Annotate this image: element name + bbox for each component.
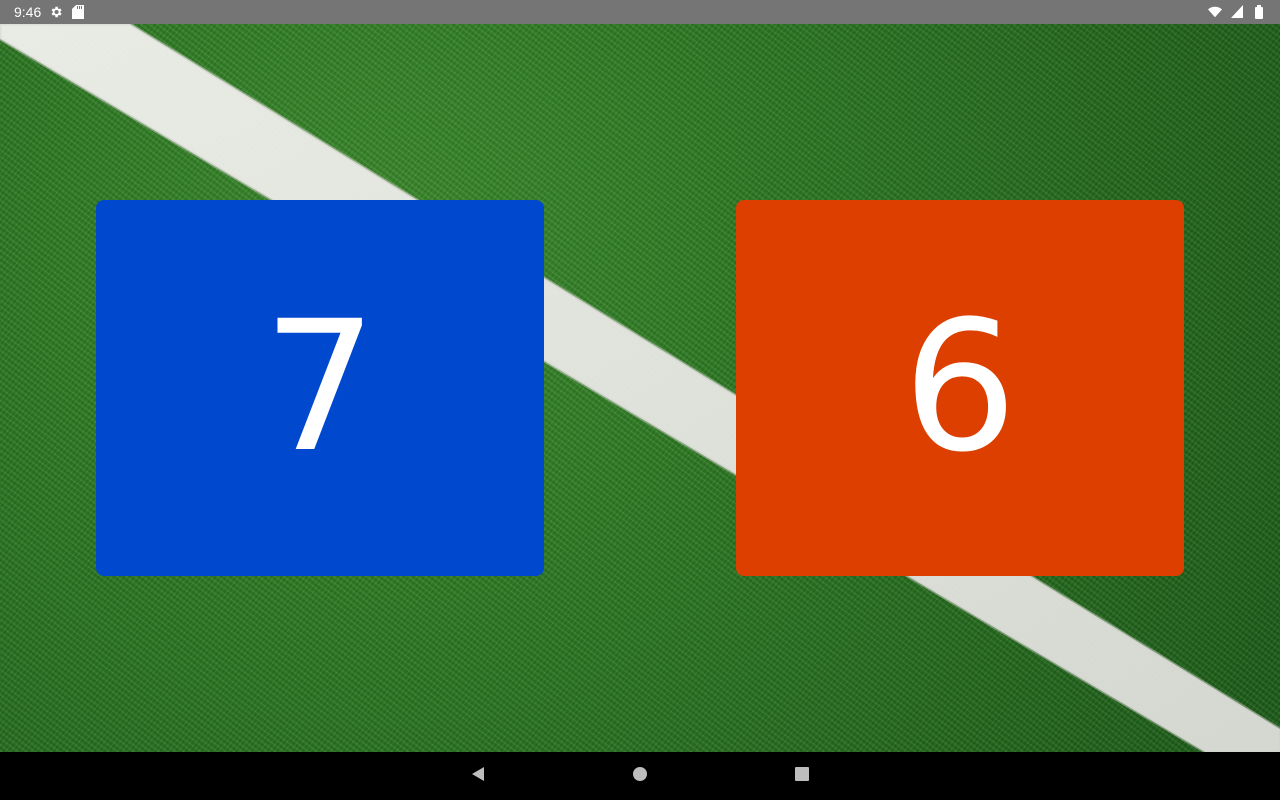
status-bar: 9:46 [0, 0, 1280, 24]
left-score-card[interactable]: 7 [96, 200, 544, 576]
home-icon [632, 766, 648, 786]
signal-icon [1230, 5, 1244, 19]
wifi-icon [1208, 5, 1222, 19]
clock-text: 9:46 [14, 4, 42, 20]
right-score-card[interactable]: 6 [736, 200, 1184, 576]
right-score-value: 6 [902, 283, 1018, 492]
status-left: 9:46 [14, 4, 85, 20]
recents-icon [794, 766, 810, 786]
grass-field-background: 7 6 [0, 24, 1280, 752]
battery-icon [1252, 5, 1266, 19]
navigation-bar [0, 752, 1280, 800]
back-icon [470, 766, 486, 786]
home-button[interactable] [630, 766, 650, 786]
recents-button[interactable] [792, 766, 812, 786]
back-button[interactable] [468, 766, 488, 786]
sd-card-icon [71, 5, 85, 19]
status-right [1208, 5, 1266, 19]
settings-icon [49, 5, 63, 19]
left-score-value: 7 [262, 283, 378, 492]
